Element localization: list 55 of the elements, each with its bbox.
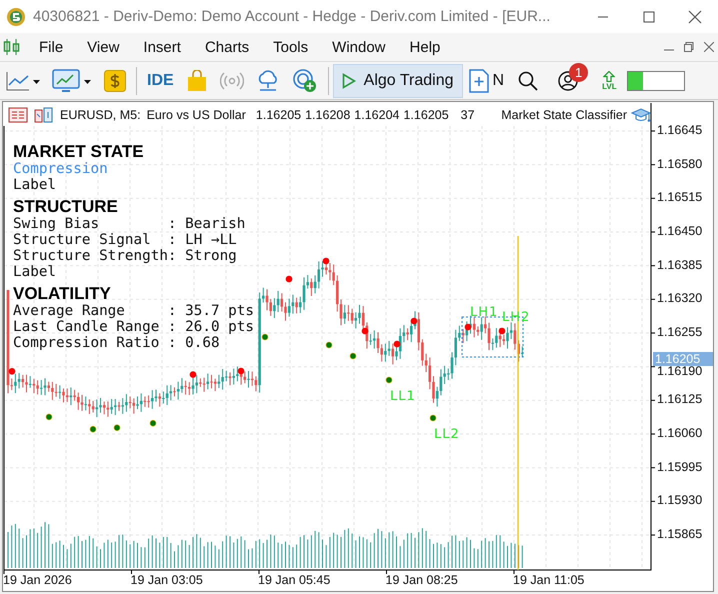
price-label: 1.16580	[657, 156, 702, 171]
info-line: Structure Signal : LH →LL	[13, 232, 237, 248]
price-label: 1.16385	[657, 258, 702, 272]
info-line: Structure Strength: Strong	[13, 248, 237, 264]
menu-item[interactable]: Tools	[261, 38, 320, 56]
info-line: Label	[13, 177, 56, 194]
notification-badge: 1	[569, 62, 588, 82]
price-label: 1.16515	[657, 190, 702, 204]
time-label: 19 Jan 05:45	[258, 573, 330, 587]
section-heading: VOLATILITY	[13, 284, 111, 303]
current-price-tag: 1.16205	[653, 352, 713, 366]
quote-value: 1.16205	[403, 108, 449, 122]
new-order-label: N	[492, 72, 504, 90]
quote-value: 1.16204	[354, 108, 400, 122]
quote-value: 1.16205	[256, 108, 302, 122]
symbol-label: EURUSD, M5:	[60, 108, 141, 122]
swing-label: LH1	[470, 305, 498, 320]
info-line: Swing Bias : Bearish	[13, 216, 246, 232]
tick-volume: 37	[460, 108, 475, 122]
price-label: 1.15865	[657, 527, 702, 542]
ide-button[interactable]: IDE	[141, 64, 180, 96]
algo-trading-button[interactable]: Algo Trading	[332, 64, 463, 98]
info-line: Last Candle Range : 26.0 pts	[13, 319, 254, 336]
menu-item[interactable]: Window	[320, 38, 398, 56]
menu-item[interactable]: Help	[398, 38, 452, 56]
info-line: Compression Ratio : 0.68	[13, 335, 220, 352]
time-label: 19 Jan 08:25	[386, 573, 458, 587]
time-label: 19 Jan 03:05	[130, 573, 203, 587]
time-label: 19 Jan 11:05	[513, 573, 584, 587]
level-label: LVL	[602, 82, 617, 90]
menu-item[interactable]: Insert	[131, 38, 193, 56]
price-label: 1.16645	[657, 123, 702, 137]
market-state-value: Compression	[13, 161, 108, 178]
info-line: Average Range : 35.7 pts	[13, 302, 254, 320]
price-label: 1.16060	[657, 426, 702, 440]
price-label: 1.16320	[657, 291, 702, 306]
swing-label: LL2	[434, 427, 460, 442]
window-title: 40306821 - Deriv-Demo: Demo Account - Hedge - Deriv.com Limited - [EUR...	[33, 8, 552, 25]
quote-value: 1.16208	[305, 108, 350, 122]
menu-item[interactable]: View	[75, 38, 132, 56]
info-line: Label	[13, 264, 56, 281]
section-heading: STRUCTURE	[13, 198, 118, 216]
indicator-name: Market State Classifier	[501, 108, 627, 122]
price-label: 1.16255	[657, 325, 702, 340]
swing-label: LL1	[390, 389, 416, 404]
menu-item[interactable]: Charts	[192, 38, 262, 56]
price-label: 1.16190	[657, 364, 702, 378]
symbol-description: Euro vs US Dollar	[146, 108, 246, 122]
price-label: 1.16125	[657, 392, 702, 406]
price-label: 1.15995	[657, 460, 702, 474]
price-label: 1.16450	[657, 224, 702, 238]
menu-item[interactable]: File	[27, 38, 76, 56]
section-heading: MARKET STATE	[13, 143, 144, 161]
time-label: 19 Jan 2026	[3, 573, 72, 587]
price-label: 1.15930	[657, 493, 702, 508]
